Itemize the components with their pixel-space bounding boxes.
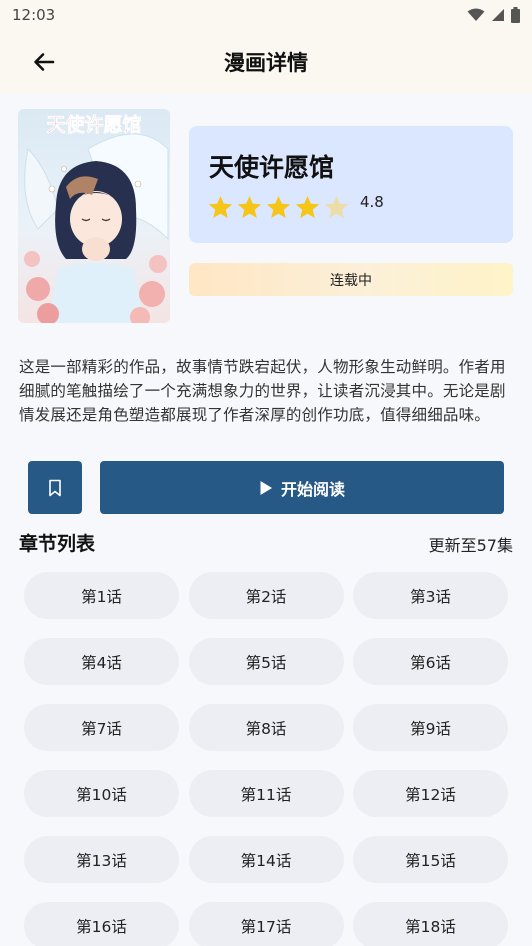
manga-cover-image: 天使许愿馆	[18, 109, 170, 323]
signal-icon	[492, 9, 504, 21]
chapter-button[interactable]: 第7话	[24, 704, 179, 751]
info-card: 天使许愿馆 4.8	[189, 126, 513, 243]
bookmark-button[interactable]	[28, 461, 82, 514]
chapter-button[interactable]: 第16话	[24, 902, 179, 946]
rating-stars	[207, 194, 350, 221]
chapter-button[interactable]: 第18话	[353, 902, 508, 946]
star-partial-icon	[324, 196, 349, 218]
chapter-button[interactable]: 第9话	[353, 704, 508, 751]
page-title: 漫画详情	[224, 51, 308, 75]
chapter-update-info: 更新至57集	[428, 536, 513, 555]
chapter-grid: 第1话 第2话 第3话 第4话 第5话 第6话 第7话 第8话 第9话 第10话…	[24, 572, 508, 946]
rating-value: 4.8	[360, 192, 384, 211]
app-bar: 漫画详情	[0, 30, 532, 94]
chapter-button[interactable]: 第8话	[188, 704, 344, 751]
chapter-button[interactable]: 第3话	[353, 572, 508, 619]
bookmark-icon	[49, 479, 61, 496]
chapter-button[interactable]: 第11话	[188, 770, 344, 817]
chapter-button[interactable]: 第17话	[188, 902, 344, 946]
chapter-button[interactable]: 第1话	[24, 572, 179, 619]
manga-description: 这是一部精彩的作品，故事情节跌宕起伏，人物形象生动鲜明。作者用细腻的笔触描绘了一…	[19, 358, 506, 424]
star-filled-icon	[266, 196, 291, 218]
chapter-button[interactable]: 第6话	[353, 638, 508, 685]
manga-title: 天使许愿馆	[209, 153, 335, 182]
star-filled-icon	[295, 196, 320, 218]
cover-title-art: 天使许愿馆	[46, 113, 141, 136]
chapter-list-title: 章节列表	[19, 533, 96, 555]
start-reading-button[interactable]: 开始阅读	[100, 461, 504, 514]
chapter-button[interactable]: 第2话	[188, 572, 344, 619]
status-time: 12:03	[12, 6, 56, 24]
start-reading-label: 开始阅读	[280, 479, 345, 499]
chapter-button[interactable]: 第5话	[188, 638, 344, 685]
chapter-button[interactable]: 第10话	[24, 770, 179, 817]
back-button[interactable]	[26, 44, 62, 80]
star-filled-icon	[208, 196, 233, 218]
wifi-icon	[467, 8, 485, 21]
status-bar: 12:03	[0, 0, 532, 30]
battery-icon	[511, 7, 520, 23]
chapter-button[interactable]: 第12话	[353, 770, 508, 817]
chapter-button[interactable]: 第4话	[24, 638, 179, 685]
play-icon	[260, 480, 272, 495]
chapter-button[interactable]: 第14话	[188, 836, 344, 883]
arrow-left-icon	[34, 53, 55, 71]
status-icons	[467, 7, 520, 23]
chapter-button[interactable]: 第13话	[24, 836, 179, 883]
rating-row: 4.8	[207, 192, 384, 221]
status-badge: 连载中	[189, 263, 513, 296]
star-filled-icon	[237, 196, 262, 218]
chapter-button[interactable]: 第15话	[353, 836, 508, 883]
